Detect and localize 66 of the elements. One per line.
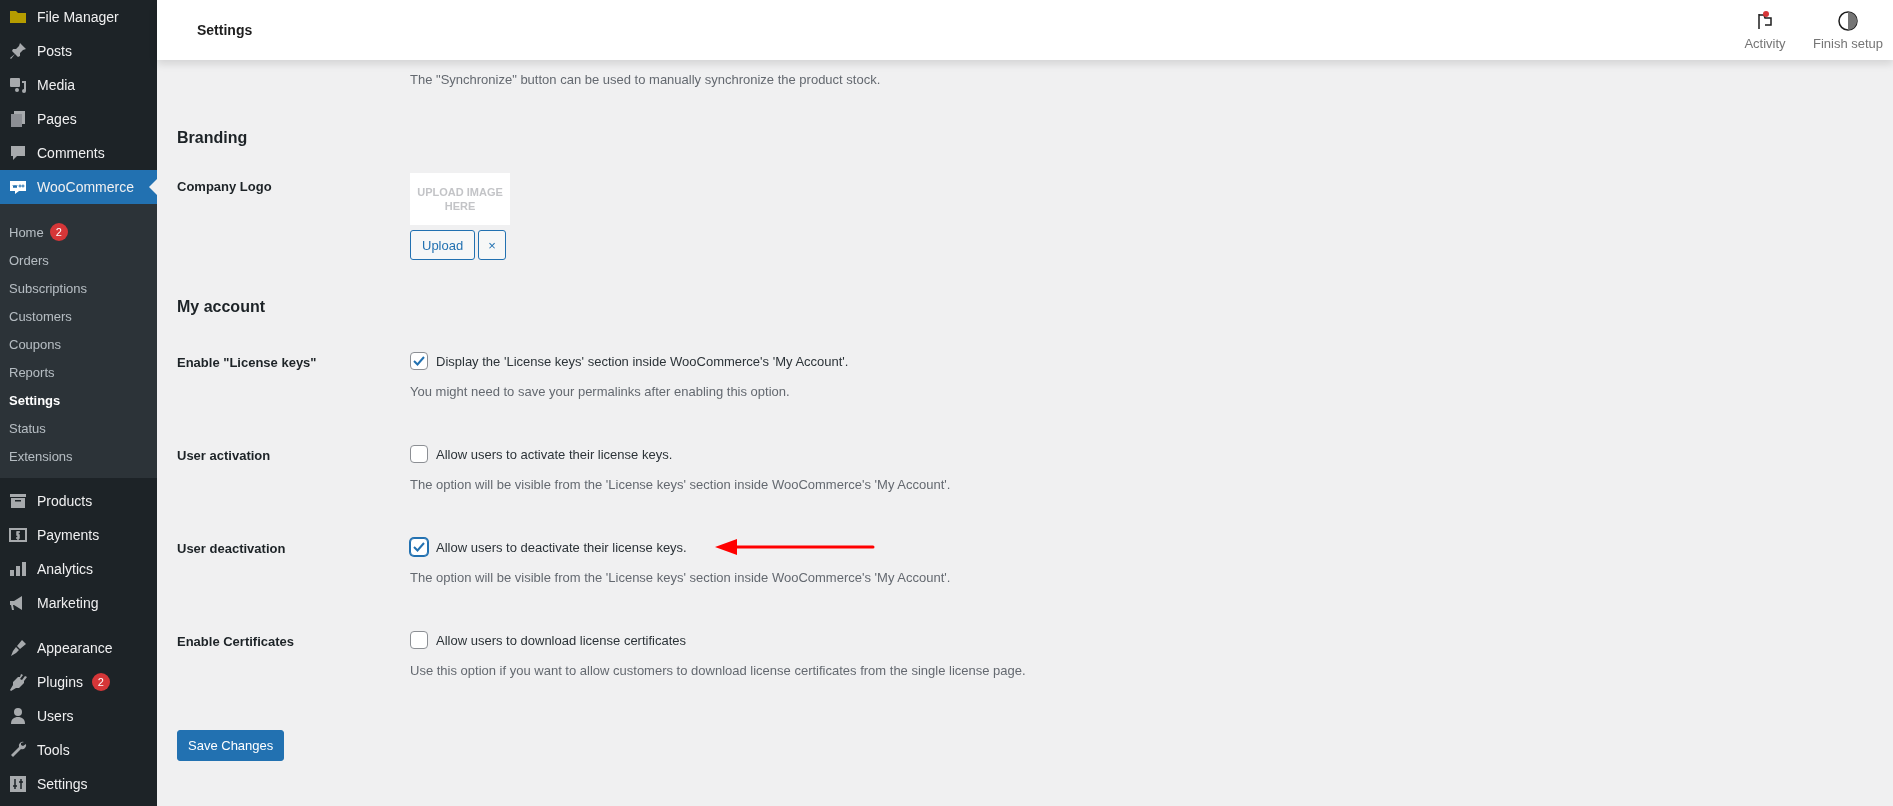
submenu-item[interactable]: Coupons (9, 336, 62, 352)
sidebar-item[interactable]: Appearance (0, 631, 157, 665)
submenu-item[interactable]: Orders (9, 252, 49, 268)
submenu-item[interactable]: Settings (9, 392, 61, 408)
section-heading: My account (177, 298, 266, 316)
field-description: You might need to save your permalinks after enabling this option. (410, 384, 791, 399)
pin-icon (8, 41, 28, 61)
field-label: Enable Certificates (177, 634, 295, 649)
page-title: Settings (197, 22, 253, 38)
checkbox-label[interactable]: Allow users to deactivate their license keys. (436, 539, 687, 555)
field-label: Enable "License keys" (177, 355, 317, 370)
remove-button[interactable]: × (478, 230, 506, 260)
field-label: Company Logo (177, 179, 272, 194)
sidebar-item[interactable]: Payments (0, 518, 157, 552)
dollar-icon (8, 525, 28, 545)
section-heading: Branding (177, 129, 249, 147)
field-label: User deactivation (177, 541, 286, 556)
sidebar-item[interactable]: Settings (0, 767, 157, 801)
submenu-item[interactable]: Home (9, 224, 44, 240)
checkmark-icon (412, 354, 426, 368)
comment-icon (8, 143, 28, 163)
checkbox-label[interactable]: Allow users to activate their license keys. (436, 446, 673, 462)
sidebar-item[interactable]: File Manager (0, 0, 157, 34)
plug-icon (8, 672, 28, 692)
sidebar-item[interactable]: Analytics (0, 552, 157, 586)
submenu-item[interactable]: Reports (9, 364, 55, 380)
submenu-item[interactable]: Customers (9, 308, 72, 324)
field-label: User activation (177, 448, 271, 463)
sidebar-item[interactable]: WooCommerce (0, 170, 157, 204)
submenu-item[interactable]: Subscriptions (9, 280, 88, 296)
bar-chart-icon (8, 559, 28, 579)
sidebar-item[interactable]: Media (0, 68, 157, 102)
checkbox[interactable] (410, 352, 428, 370)
sidebar-item[interactable]: Plugins 2 (0, 665, 157, 699)
sidebar-item[interactable]: Comments (0, 136, 157, 170)
count-badge: 2 (49, 223, 68, 241)
submenu-item[interactable]: Extensions (9, 448, 73, 464)
media-icon (8, 75, 28, 95)
header-action[interactable]: Finish setup (1803, 0, 1893, 60)
sidebar-item[interactable]: Pages (0, 102, 157, 136)
half-circle-icon (1837, 9, 1859, 32)
checkmark-icon (412, 540, 426, 554)
checkbox-label[interactable]: Display the 'License keys' section inside WooCommerce's 'My Account'. (436, 353, 849, 369)
sliders-icon (8, 774, 28, 794)
checkbox[interactable] (410, 445, 428, 463)
sidebar-item[interactable]: Products (0, 484, 157, 518)
sidebar-item[interactable]: Posts (0, 34, 157, 68)
user-icon (8, 706, 28, 726)
header-action[interactable]: Activity (1727, 0, 1803, 60)
sidebar-item[interactable]: Marketing (0, 586, 157, 620)
checkbox-label[interactable]: Allow users to download license certificates (436, 632, 686, 648)
pages-icon (8, 109, 28, 129)
submenu-item[interactable]: Status (9, 420, 46, 436)
checkbox[interactable] (410, 538, 428, 556)
box-icon (8, 491, 28, 511)
checkbox[interactable] (410, 631, 428, 649)
help-text: The "Synchronize" button can be used to manually synchronize the product stock. (410, 72, 882, 87)
brush-icon (8, 638, 28, 658)
field-description: The option will be visible from the 'License keys' section inside WooCommerce's 'My Account'. (410, 570, 951, 585)
save-button[interactable]: Save Changes (177, 730, 285, 761)
field-description: The option will be visible from the 'License keys' section inside WooCommerce's 'My Account'. (410, 477, 951, 492)
upload-button[interactable]: Upload (410, 230, 476, 260)
field-description: Use this option if you want to allow customers to download license certificates from the single license page. (410, 663, 1026, 678)
sidebar-item[interactable]: Users (0, 699, 157, 733)
count-badge: 2 (91, 673, 110, 691)
sidebar-item[interactable]: Tools (0, 733, 157, 767)
